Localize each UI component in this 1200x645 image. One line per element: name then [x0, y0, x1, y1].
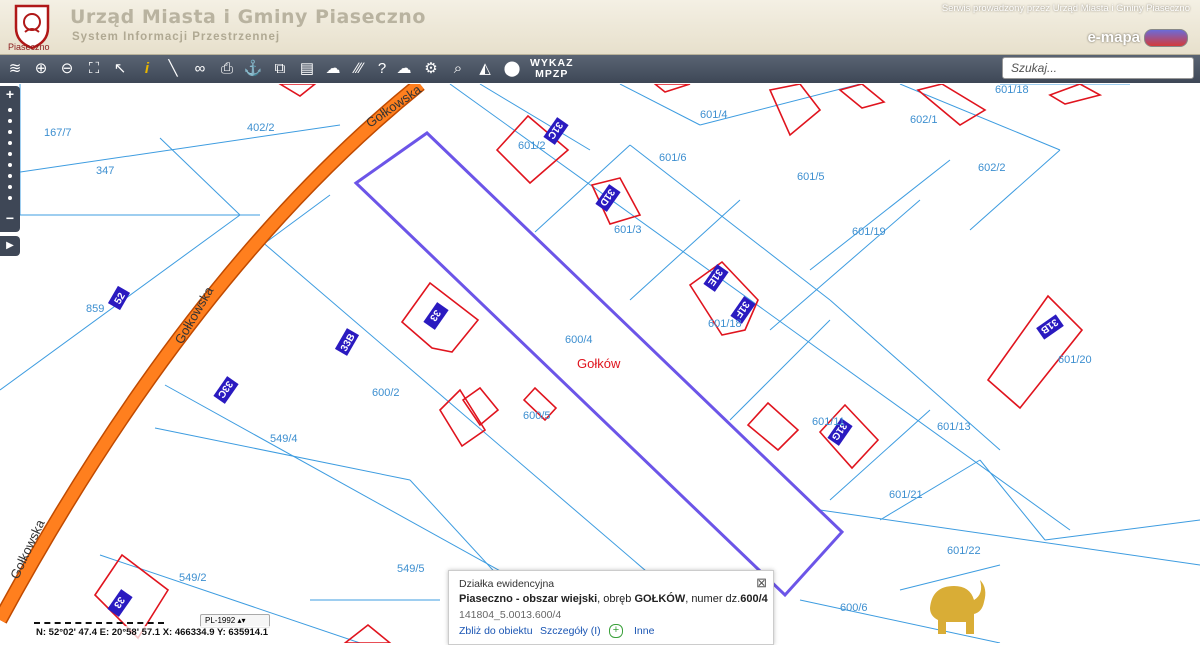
parcel-label: 601/3 — [614, 224, 642, 236]
parcel-label: 601/21 — [889, 489, 923, 501]
popup-parcel-id: 141804_5.0013.600/4 — [459, 609, 562, 621]
parcel-label: 859 — [86, 303, 104, 315]
brand-name: e-mapa — [1087, 29, 1140, 46]
wykaz-mpzp-button[interactable]: WYKAZ MPZP — [530, 58, 574, 80]
parcel-label: 402/2 — [247, 122, 275, 134]
layout-icon[interactable]: ▤ — [297, 59, 317, 79]
popup-text: , numer dz. — [685, 593, 741, 605]
popup-parcel-number: 600/4 — [740, 593, 768, 605]
copy-icon[interactable]: ⧉ — [270, 59, 290, 79]
scale-bar — [34, 616, 164, 624]
coordinates-readout: N: 52°02' 47.4 E: 20°58' 57.1 X: 466334.… — [34, 626, 271, 639]
zoom-level-dot[interactable] — [8, 130, 12, 134]
crest-label: Piaseczno — [8, 42, 50, 52]
warning-icon[interactable]: ◭ — [475, 59, 495, 79]
parcel-label: 600/2 — [372, 387, 400, 399]
parcel-label: 601/5 — [797, 171, 825, 183]
hatch-icon[interactable]: ∕∕∕ — [349, 59, 369, 79]
zoom-level-dot[interactable] — [8, 174, 12, 178]
parcel-label: 601/18 — [708, 318, 742, 330]
popup-text: , obręb — [597, 593, 635, 605]
app-title: Urząd Miasta i Gminy Piaseczno — [70, 6, 426, 28]
road-fill — [0, 84, 424, 623]
parcel-label: 601/11 — [812, 416, 845, 428]
anchor-icon[interactable]: ⚓ — [243, 59, 263, 79]
settings-icon[interactable]: ⚙ — [421, 59, 441, 79]
zoom-slider[interactable]: + − — [0, 86, 20, 232]
elephant-icon — [930, 580, 986, 634]
print-icon[interactable]: ⎙ — [217, 59, 237, 79]
app-subtitle: System Informacji Przestrzennej — [72, 31, 281, 43]
zoom-level-dot[interactable] — [8, 141, 12, 145]
locality-label: Gołków — [577, 356, 621, 371]
brand-logo: e-mapa — [1087, 29, 1188, 48]
zoom-in-icon[interactable]: ⊕ — [31, 59, 51, 79]
map-canvas[interactable]: 31C 31D 31E 31F 31G 31B 33 33B 33C 52 33… — [0, 84, 1200, 643]
play-icon[interactable]: ▶ — [0, 236, 20, 256]
parcel-label: 601/4 — [700, 109, 728, 121]
zoom-out-icon[interactable]: ⊖ — [57, 59, 77, 79]
parcel-label: 600/4 — [565, 334, 593, 346]
popup-obreb: GOŁKÓW — [634, 593, 686, 605]
mpzp-label: MPZP — [535, 68, 569, 80]
details-link[interactable]: Szczegóły (I) — [540, 625, 601, 637]
street-label: Gołkowska — [172, 283, 217, 346]
parcel-labels: 167/7 402/2 347 859 549/4 549/5 549/2 60… — [44, 84, 1092, 614]
parcel-label: 601/19 — [852, 226, 886, 238]
parcel-label: 167/7 — [44, 127, 72, 139]
parcel-label: 549/2 — [179, 572, 207, 584]
parcel-label: 601/18 — [995, 84, 1029, 96]
popup-area: Piaseczno - obszar wiejski — [459, 593, 598, 605]
zoom-minus-icon[interactable]: − — [0, 210, 20, 226]
street-label: Gołkowska — [363, 84, 424, 130]
zoom-level-dot[interactable] — [8, 185, 12, 189]
parcel-label: 602/2 — [978, 162, 1006, 174]
parcel-label: 601/13 — [937, 421, 971, 433]
info-icon[interactable]: i — [137, 59, 157, 79]
road-golkowska — [0, 84, 425, 624]
zoom-level-dot[interactable] — [8, 108, 12, 112]
search-map-icon[interactable]: ⌕ — [448, 59, 468, 79]
zoom-level-dot[interactable] — [8, 163, 12, 167]
popup-description: Piaseczno - obszar wiejski, obręb GOŁKÓW… — [459, 593, 768, 605]
parcel-label: 601/6 — [659, 152, 687, 164]
close-icon[interactable]: ⊠ — [756, 575, 767, 591]
parcel-label: 347 — [96, 165, 114, 177]
zoom-level-dot[interactable] — [8, 152, 12, 156]
parcel-label: 549/5 — [397, 563, 425, 575]
other-link[interactable]: Inne — [634, 625, 654, 637]
parcel-label: 601/22 — [947, 545, 981, 557]
measure-icon[interactable]: ╲ — [163, 59, 183, 79]
zoom-to-object-link[interactable]: Zbliż do obiektu — [459, 625, 533, 637]
crs-value: PL-1992 — [205, 616, 236, 625]
zoom-plus-icon[interactable]: + — [0, 86, 20, 102]
parcel-label: 601/20 — [1058, 354, 1092, 366]
search-input[interactable] — [1002, 57, 1194, 79]
parcel-label: 602/1 — [910, 114, 938, 126]
zoom-extent-icon[interactable]: ⛶ — [84, 59, 104, 79]
brand-logo-icon — [1144, 29, 1188, 48]
service-note: Serwis prowadzony przez Urząd Miasta i G… — [941, 3, 1190, 14]
help-icon[interactable]: ? — [372, 59, 392, 79]
layers-icon[interactable]: ≋ — [5, 59, 25, 79]
parcel-info-popup: Działka ewidencyjna ⊠ Piaseczno - obszar… — [448, 570, 774, 645]
popup-title: Działka ewidencyjna — [459, 578, 555, 590]
parcel-label: 549/4 — [270, 433, 298, 445]
header: Piaseczno Urząd Miasta i Gminy Piaseczno… — [0, 0, 1200, 55]
zoom-level-dot[interactable] — [8, 196, 12, 200]
parcel-label: 600/6 — [840, 602, 868, 614]
zoom-level-dot[interactable] — [8, 119, 12, 123]
pointer-icon[interactable]: ↖ — [110, 59, 130, 79]
plus-circle-icon[interactable]: + — [609, 624, 623, 638]
shape-icon[interactable]: ☁ — [323, 59, 343, 79]
marker-icon[interactable]: ⬤ — [502, 59, 522, 79]
parcel-label: 601/2 — [518, 140, 546, 152]
cloud-icon[interactable]: ☁ — [394, 59, 414, 79]
parcel-label: 600/5 — [523, 410, 551, 422]
link-icon[interactable]: ∞ — [190, 59, 210, 79]
